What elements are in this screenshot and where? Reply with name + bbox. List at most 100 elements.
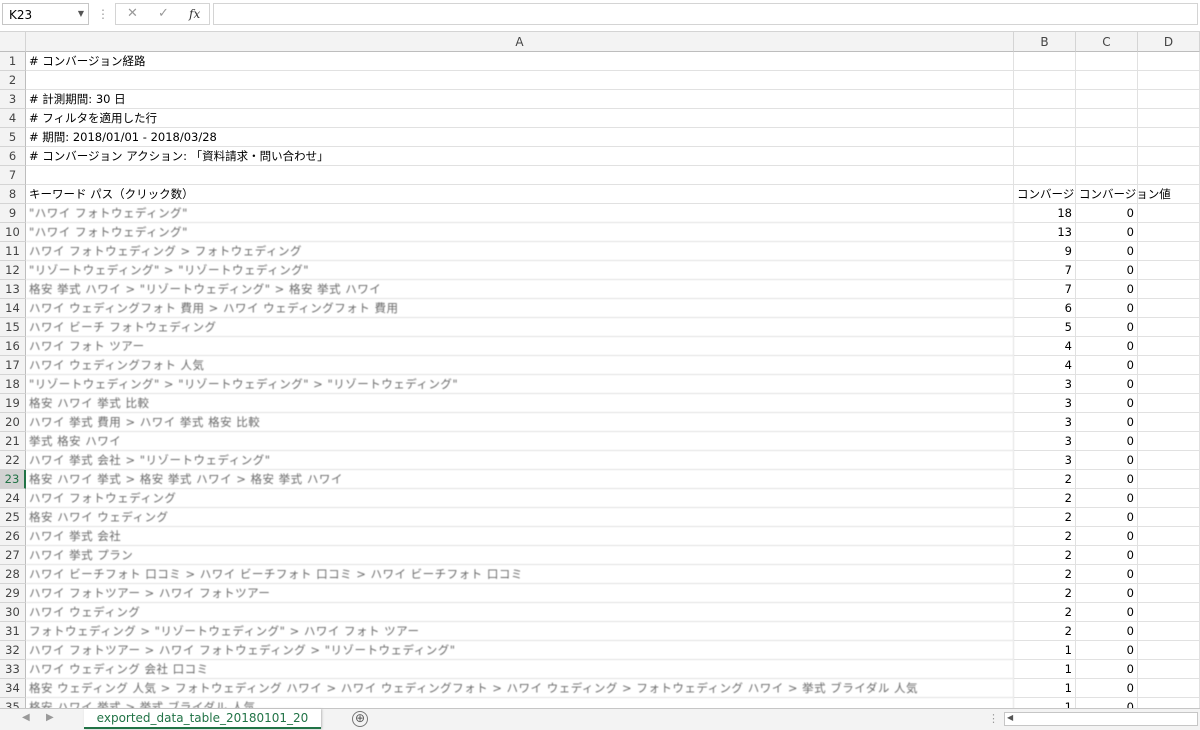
chevron-down-icon[interactable]: ▼ — [78, 9, 84, 18]
row-header[interactable]: 25 — [0, 508, 26, 527]
cell-d[interactable] — [1138, 242, 1200, 261]
cell-b[interactable]: 3 — [1014, 451, 1076, 470]
cell-c[interactable]: 0 — [1076, 337, 1138, 356]
row-header[interactable]: 7 — [0, 166, 26, 185]
row-header[interactable]: 2 — [0, 71, 26, 90]
cell-c[interactable]: 0 — [1076, 413, 1138, 432]
row-header[interactable]: 3 — [0, 90, 26, 109]
cell-c[interactable]: 0 — [1076, 660, 1138, 679]
row-header[interactable]: 30 — [0, 603, 26, 622]
cell-d[interactable] — [1138, 204, 1200, 223]
cell-a[interactable]: "リゾートウェディング" > "リゾートウェディング" — [26, 261, 1014, 280]
cell-d[interactable] — [1138, 527, 1200, 546]
cell-b[interactable]: 18 — [1014, 204, 1076, 223]
cell-c[interactable]: コンバージョン値 — [1076, 185, 1171, 204]
cell-c[interactable]: 0 — [1076, 356, 1138, 375]
cell-c[interactable] — [1076, 147, 1138, 166]
cell-c[interactable]: 0 — [1076, 394, 1138, 413]
cell-d[interactable] — [1138, 394, 1200, 413]
cancel-icon[interactable]: ✕ — [127, 6, 138, 21]
spreadsheet-grid[interactable]: A B C D 1 # コンバージョン経路 2 3 # 計測期間: 30 日 4 # フィル… — [0, 32, 1200, 708]
cell-d[interactable] — [1138, 261, 1200, 280]
cell-c[interactable]: 0 — [1076, 603, 1138, 622]
horizontal-scrollbar[interactable]: ◀ — [1004, 712, 1198, 726]
row-header[interactable]: 20 — [0, 413, 26, 432]
cell-b[interactable] — [1014, 147, 1076, 166]
cell-c[interactable] — [1076, 166, 1138, 185]
cell-b[interactable]: 3 — [1014, 394, 1076, 413]
cell-c[interactable]: 0 — [1076, 622, 1138, 641]
more-options-icon[interactable]: ⋮ — [97, 7, 109, 21]
row-header[interactable]: 13 — [0, 280, 26, 299]
column-header-a[interactable]: A — [26, 32, 1014, 52]
cell-b[interactable]: 6 — [1014, 299, 1076, 318]
cell-b[interactable] — [1014, 90, 1076, 109]
cell-b[interactable]: コンバージョン — [1014, 185, 1076, 204]
row-header[interactable]: 34 — [0, 679, 26, 698]
row-header[interactable]: 35 — [0, 698, 26, 708]
cell-c[interactable]: 0 — [1076, 565, 1138, 584]
cell-b[interactable]: 7 — [1014, 280, 1076, 299]
row-header[interactable]: 17 — [0, 356, 26, 375]
cell-a[interactable] — [26, 71, 1014, 90]
row-header[interactable]: 23 — [0, 470, 26, 489]
cell-c[interactable] — [1076, 52, 1138, 71]
row-header[interactable]: 8 — [0, 185, 26, 204]
row-header[interactable]: 15 — [0, 318, 26, 337]
row-header[interactable]: 24 — [0, 489, 26, 508]
cell-a[interactable]: 格安 ハワイ 挙式 比較 — [26, 394, 1014, 413]
cell-a[interactable]: 格安 ウェディング 人気 > フォトウェディング ハワイ > ハワイ ウェディン… — [26, 679, 1014, 698]
cell-b[interactable]: 13 — [1014, 223, 1076, 242]
cell-d[interactable] — [1138, 546, 1200, 565]
cell-a[interactable]: # コンバージョン アクション: 「資料請求・問い合わせ」 — [26, 147, 1014, 166]
cell-b[interactable]: 4 — [1014, 356, 1076, 375]
cell-d[interactable] — [1138, 166, 1200, 185]
cell-c[interactable]: 0 — [1076, 679, 1138, 698]
cell-d[interactable] — [1138, 603, 1200, 622]
cell-b[interactable]: 1 — [1014, 698, 1076, 708]
cell-a[interactable]: ハワイ ビーチフォト 口コミ > ハワイ ビーチフォト 口コミ > ハワイ ビー… — [26, 565, 1014, 584]
row-header[interactable]: 5 — [0, 128, 26, 147]
cell-d[interactable] — [1138, 280, 1200, 299]
cell-b[interactable]: 2 — [1014, 584, 1076, 603]
cell-b[interactable]: 3 — [1014, 375, 1076, 394]
cell-b[interactable]: 7 — [1014, 261, 1076, 280]
cell-a[interactable]: ハワイ 挙式 会社 > "リゾートウェディング" — [26, 451, 1014, 470]
cell-a[interactable]: ハワイ ウェディングフォト 費用 > ハワイ ウェディングフォト 費用 — [26, 299, 1014, 318]
cell-d[interactable] — [1138, 375, 1200, 394]
cell-b[interactable]: 2 — [1014, 546, 1076, 565]
row-header[interactable]: 11 — [0, 242, 26, 261]
cell-a[interactable]: # 計測期間: 30 日 — [26, 90, 1014, 109]
cell-b[interactable]: 2 — [1014, 470, 1076, 489]
cell-a[interactable]: 格安 挙式 ハワイ > "リゾートウェディング" > 格安 挙式 ハワイ — [26, 280, 1014, 299]
cell-a[interactable]: "ハワイ フォトウェディング" — [26, 223, 1014, 242]
cell-b[interactable]: 5 — [1014, 318, 1076, 337]
cell-a[interactable]: # コンバージョン経路 — [26, 52, 1014, 71]
cell-b[interactable]: 2 — [1014, 489, 1076, 508]
cell-a[interactable]: ハワイ 挙式 費用 > ハワイ 挙式 格安 比較 — [26, 413, 1014, 432]
row-header[interactable]: 16 — [0, 337, 26, 356]
cell-a[interactable]: ハワイ ウェディングフォト 人気 — [26, 356, 1014, 375]
sheet-tab[interactable]: exported_data_table_20180101_20 — [84, 709, 321, 729]
cell-c[interactable]: 0 — [1076, 280, 1138, 299]
cell-d[interactable] — [1138, 470, 1200, 489]
cell-a[interactable]: # フィルタを適用した行 — [26, 109, 1014, 128]
cell-a[interactable]: ハワイ フォトウェディング > フォトウェディング — [26, 242, 1014, 261]
cell-d[interactable] — [1138, 299, 1200, 318]
cell-c[interactable]: 0 — [1076, 299, 1138, 318]
cell-b[interactable]: 2 — [1014, 508, 1076, 527]
cell-d[interactable] — [1138, 109, 1200, 128]
cell-a[interactable]: ハワイ 挙式 プラン — [26, 546, 1014, 565]
row-header[interactable]: 18 — [0, 375, 26, 394]
cell-b[interactable]: 9 — [1014, 242, 1076, 261]
cell-d[interactable] — [1138, 223, 1200, 242]
cell-d[interactable] — [1138, 337, 1200, 356]
cell-a[interactable]: 格安 ハワイ 挙式 > 挙式 ブライダル 人気 — [26, 698, 1014, 708]
tab-splitter-icon[interactable]: ⋮ — [988, 712, 999, 725]
cell-c[interactable]: 0 — [1076, 641, 1138, 660]
cell-b[interactable] — [1014, 128, 1076, 147]
formula-input[interactable] — [213, 3, 1198, 25]
cell-a[interactable] — [26, 166, 1014, 185]
row-header[interactable]: 31 — [0, 622, 26, 641]
cell-a[interactable]: ハワイ フォトツアー > ハワイ フォトウェディング > "リゾートウェディング… — [26, 641, 1014, 660]
